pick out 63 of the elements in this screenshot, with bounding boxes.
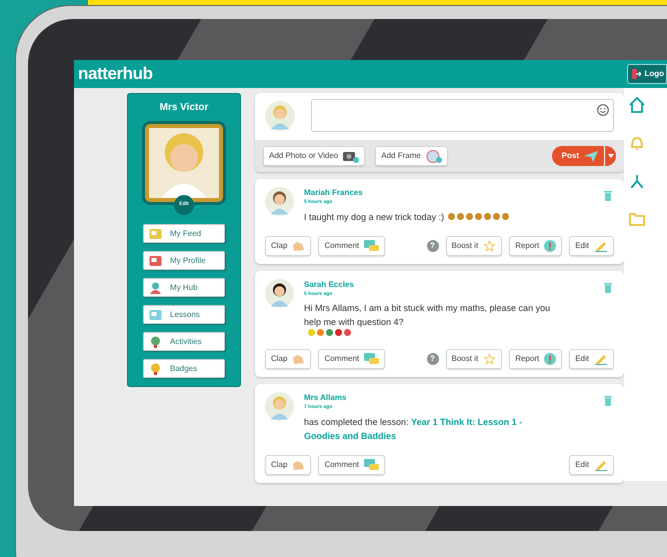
post-text: has completed the lesson: Year 1 Think It: Lesson 1 - Goodies and Baddies: [304, 416, 524, 442]
card-icon: [149, 308, 162, 320]
post-text: I taught my dog a new trick today :): [304, 210, 444, 224]
speech-bubble-icon: [364, 353, 380, 365]
avatar-icon: [149, 128, 219, 198]
post-options-button[interactable]: [604, 146, 616, 166]
star-icon: [483, 240, 496, 252]
paper-plane-icon: [584, 150, 598, 162]
caret-icon: [608, 154, 614, 158]
nav-item[interactable]: Activities: [143, 332, 225, 351]
people-icon: [149, 282, 162, 294]
camera-icon: [343, 150, 360, 162]
comment-button[interactable]: Comment: [318, 454, 386, 474]
exit-icon: [632, 69, 642, 79]
frame-button[interactable]: Add Frame: [375, 146, 448, 166]
photo-button[interactable]: Add Photo or Video: [263, 146, 366, 166]
app-logo: natterhub: [78, 63, 153, 86]
nav-item[interactable]: My Hub: [143, 278, 225, 297]
edit-button[interactable]: Edit: [569, 349, 614, 369]
star-icon: [483, 353, 496, 365]
network-icon[interactable]: [628, 172, 646, 190]
avatar-icon: [265, 187, 294, 216]
card-icon: [149, 254, 162, 266]
post-text: Hi Mrs Allams, I am a bit stuck with my maths, please can you help me with question 4?: [304, 302, 552, 329]
avatar-icon: [265, 278, 294, 308]
clap-button[interactable]: Clap: [265, 454, 312, 474]
exclamation-icon: [544, 353, 556, 365]
trash-icon[interactable]: [604, 396, 612, 406]
clap-button[interactable]: Clap: [265, 236, 312, 256]
logout-button[interactable]: Logo: [627, 64, 667, 84]
speech-bubble-icon: [364, 458, 380, 470]
exclamation-icon: [544, 240, 556, 252]
avatar-icon: [265, 392, 294, 421]
boost-button[interactable]: Boost it: [446, 236, 502, 256]
nav-item[interactable]: Lessons: [143, 305, 225, 324]
profile-name: Mrs Victor: [160, 101, 208, 115]
pencil-icon: [594, 353, 608, 365]
report-button[interactable]: Report: [509, 349, 562, 369]
trash-icon[interactable]: [604, 191, 612, 201]
edit-button[interactable]: Edit: [569, 454, 614, 474]
nav-item[interactable]: Badges: [143, 359, 225, 378]
clap-button[interactable]: Clap: [265, 349, 312, 369]
medal-icon: [149, 362, 162, 374]
post-input[interactable]: [311, 99, 614, 132]
frame-icon: [426, 150, 442, 162]
smiley-icon[interactable]: [597, 104, 609, 116]
nav-item[interactable]: My Profile: [143, 251, 225, 270]
post-button[interactable]: Post: [552, 146, 604, 166]
comment-button[interactable]: Comment: [318, 236, 386, 256]
edit-button[interactable]: Edit: [569, 236, 614, 256]
comment-button[interactable]: Comment: [318, 349, 386, 369]
speech-bubble-icon: [364, 240, 380, 252]
pencil-icon: [594, 240, 608, 252]
nav-item[interactable]: My Feed: [143, 224, 225, 243]
card-icon: [149, 228, 162, 240]
pencil-icon: [594, 458, 608, 470]
avatar-icon: [265, 100, 295, 130]
home-icon[interactable]: [628, 96, 646, 114]
boost-button[interactable]: Boost it: [446, 349, 502, 369]
report-button[interactable]: Report: [509, 236, 562, 256]
trash-icon[interactable]: [604, 282, 612, 292]
bell-icon[interactable]: [628, 134, 646, 152]
folder-icon[interactable]: [628, 210, 646, 228]
